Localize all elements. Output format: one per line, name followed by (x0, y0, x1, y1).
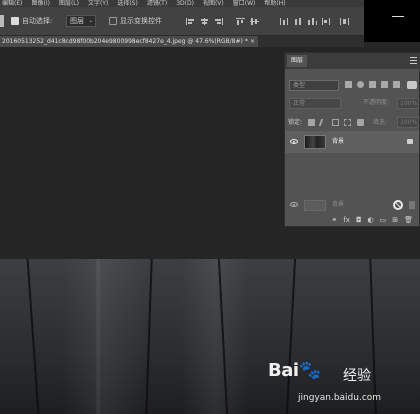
image-seam (26, 259, 40, 414)
shape-filter-icon[interactable] (381, 81, 388, 88)
drag-ghost-layer: 背景 (285, 198, 419, 212)
image-light-streak (180, 259, 250, 414)
menu-item-view[interactable]: 视图(V) (203, 0, 224, 7)
align-right-icon[interactable] (214, 18, 223, 25)
link-icon[interactable]: ⚭ (331, 214, 337, 226)
lock-all-icon[interactable] (357, 119, 364, 126)
panel-menu-icon[interactable] (410, 57, 417, 66)
distribute-bottom-icon[interactable] (308, 18, 317, 25)
lock-artboard-icon[interactable] (344, 119, 351, 126)
auto-select-value: 图层 (70, 17, 84, 25)
minimize-icon[interactable] (392, 16, 404, 17)
lock-label: 锁定: (288, 119, 303, 126)
layers-panel-header: 图层 (285, 53, 420, 69)
image-seam (285, 259, 297, 414)
document-tab[interactable]: 20160513252_d41c8cd98f00b204e9800998ecf8… (0, 36, 258, 47)
ghost-layer-name: 背景 (332, 201, 345, 208)
pixel-filter-icon[interactable] (345, 81, 352, 88)
lock-brush-icon[interactable] (318, 119, 331, 126)
lock-pixels-icon[interactable] (308, 119, 315, 126)
eye-icon[interactable] (290, 139, 298, 144)
layers-tab[interactable]: 图层 (287, 55, 308, 67)
menu-item-layer[interactable]: 图层(L) (59, 0, 79, 7)
distribute-middle-icon[interactable] (294, 18, 303, 25)
window-controls-area (364, 0, 420, 42)
distribute-left-icon[interactable] (322, 18, 331, 25)
show-transform-checkbox[interactable] (109, 17, 117, 25)
layer-name: 背景 (332, 138, 345, 145)
canvas-image[interactable] (0, 259, 420, 414)
mask-icon[interactable]: ◘ (356, 214, 362, 226)
layer-row-background[interactable]: 背景 (285, 131, 419, 153)
paw-icon: 🐾 (298, 360, 321, 381)
watermark-url: jingyan.baidu.com (298, 393, 382, 403)
image-seam (369, 259, 377, 414)
lock-position-icon[interactable] (332, 119, 339, 126)
distribute-top-icon[interactable] (280, 18, 289, 25)
group-icon[interactable]: ▭ (380, 214, 387, 226)
ghost-trash-icon (409, 201, 415, 209)
baidu-watermark: Bai🐾 (268, 360, 321, 381)
filter-toggle[interactable] (407, 81, 417, 89)
fill-field[interactable]: 100% (397, 117, 419, 128)
layer-thumbnail (304, 135, 326, 149)
opacity-field[interactable]: 100% (397, 98, 419, 109)
menu-item-type[interactable]: 文字(Y) (88, 0, 108, 7)
menu-item-3d[interactable]: 3D(D) (176, 0, 194, 7)
ghost-thumbnail (304, 200, 326, 211)
menu-item-window[interactable]: 窗口(W) (233, 0, 256, 7)
menu-bar: 编辑(E) 图像(I) 图层(L) 文字(Y) 选择(S) 滤镜(T) 3D(D… (0, 0, 366, 7)
layer-filter-dropdown[interactable]: 类型 (289, 80, 339, 91)
filter-icons (345, 81, 400, 88)
close-tab-icon[interactable]: × (250, 36, 255, 47)
adjustment-icon[interactable]: ◐ (368, 214, 374, 226)
menu-item-select[interactable]: 选择(S) (117, 0, 138, 7)
menu-item-filter[interactable]: 滤镜(T) (147, 0, 167, 7)
align-middle-icon[interactable] (250, 18, 259, 25)
smart-object-filter-icon[interactable] (393, 81, 400, 88)
opacity-label: 不透明度: (363, 99, 390, 106)
menu-item-edit[interactable]: 编辑(E) (2, 0, 22, 7)
fill-label: 填充: (373, 119, 388, 126)
align-left-icon[interactable] (186, 18, 195, 25)
watermark-suffix: 经验 (343, 368, 371, 384)
distribute-right-icon[interactable] (340, 18, 349, 25)
menu-item-help[interactable]: 帮助(H) (264, 0, 285, 7)
move-tool-indicator (0, 15, 4, 27)
chevron-down-icon: ⌄ (88, 18, 93, 24)
baidu-logo-text: Bai (268, 360, 299, 381)
align-center-icon[interactable] (200, 18, 209, 25)
lock-icon (407, 139, 413, 144)
options-bar: 自动选择: 图层 ⌄ 显示变换控件 (0, 7, 364, 36)
ghost-eye-icon (290, 202, 298, 207)
trash-icon[interactable]: 🗑 (404, 214, 413, 226)
show-transform-label: 显示变换控件 (120, 17, 162, 25)
align-top-icon[interactable] (236, 18, 245, 25)
document-tab-bar: 20160513252_d41c8cd98f00b204e9800998ecf8… (0, 36, 364, 47)
fx-icon[interactable]: fx (343, 214, 350, 226)
type-filter-icon[interactable] (369, 81, 376, 88)
auto-select-label: 自动选择: (22, 17, 53, 25)
adjustment-filter-icon[interactable] (357, 81, 364, 88)
auto-select-checkbox[interactable] (11, 17, 19, 25)
no-drop-cursor-icon (393, 200, 403, 210)
blend-mode-dropdown[interactable]: 正常 (289, 98, 341, 109)
new-layer-icon[interactable]: ⊞ (392, 214, 398, 226)
layers-panel: 图层 类型 正常 不透明度: 100% 锁定: 填充: 100% 背景 背景 ⚭… (284, 52, 420, 227)
layers-panel-footer: ⚭ fx ◘ ◐ ▭ ⊞ 🗑 (285, 214, 419, 226)
menu-item-image[interactable]: 图像(I) (31, 0, 49, 7)
image-light-streak (60, 259, 150, 414)
auto-select-dropdown[interactable]: 图层 ⌄ (66, 15, 96, 27)
